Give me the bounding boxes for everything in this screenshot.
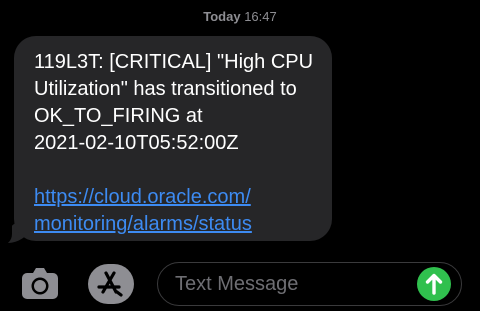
send-button[interactable] xyxy=(417,267,451,301)
app-store-icon xyxy=(88,264,134,304)
timestamp-time: 16:47 xyxy=(244,9,277,24)
send-arrow-up-icon xyxy=(425,273,443,295)
camera-icon xyxy=(22,268,58,299)
message-timestamp: Today 16:47 xyxy=(0,9,480,24)
message-input-placeholder: Text Message xyxy=(175,272,299,295)
timestamp-day: Today xyxy=(203,9,241,24)
camera-button[interactable] xyxy=(19,262,61,304)
message-composer-bar: Text Message xyxy=(0,258,480,308)
incoming-message-bubble[interactable]: 119L3T: [CRITICAL] "High CPU Utilization… xyxy=(14,36,332,241)
app-store-button[interactable] xyxy=(86,262,136,306)
message-text: 119L3T: [CRITICAL] "High CPU Utilization… xyxy=(34,51,314,154)
message-link[interactable]: https://cloud.oracle.com/ monitoring/ala… xyxy=(34,184,315,238)
